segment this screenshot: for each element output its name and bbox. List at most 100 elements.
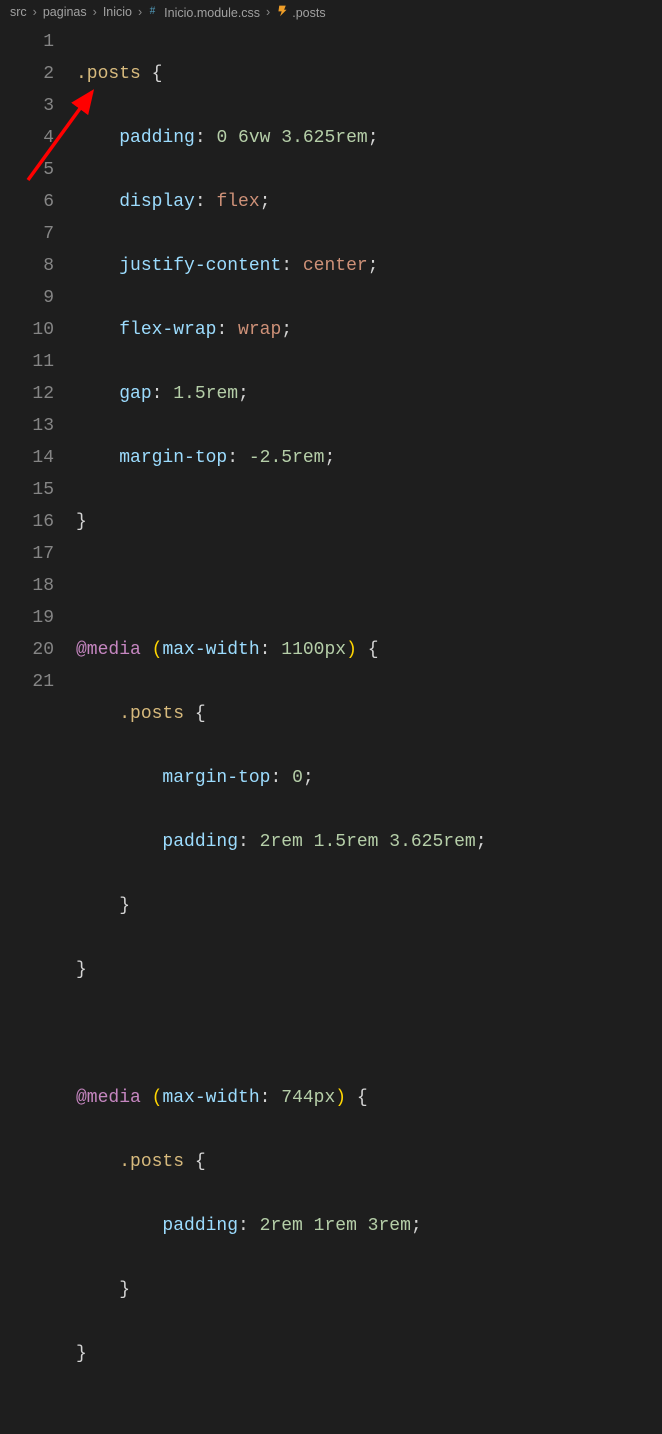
breadcrumb-seg-paginas[interactable]: paginas (43, 5, 87, 19)
code-line[interactable]: } (76, 890, 662, 922)
code-line[interactable]: @media (max-width: 744px) { (76, 1082, 662, 1114)
line-number: 9 (0, 282, 54, 314)
colon: : (195, 192, 217, 212)
property: padding (119, 128, 195, 148)
symbol-icon (276, 4, 289, 17)
code-line[interactable]: } (76, 954, 662, 986)
breadcrumb-seg-inicio[interactable]: Inicio (103, 5, 132, 19)
line-number: 15 (0, 474, 54, 506)
breadcrumb-seg-src[interactable]: src (10, 5, 27, 19)
code-area[interactable]: .posts { padding: 0 6vw 3.625rem; displa… (76, 26, 662, 1434)
code-line[interactable]: padding: 2rem 1rem 3rem; (76, 1210, 662, 1242)
semicolon: ; (476, 832, 487, 852)
semicolon: ; (368, 128, 379, 148)
line-number: 14 (0, 442, 54, 474)
code-editor[interactable]: 1 2 3 4 5 6 7 8 9 10 11 12 13 14 15 16 1… (0, 26, 662, 1434)
brace: } (119, 896, 130, 916)
line-number-gutter: 1 2 3 4 5 6 7 8 9 10 11 12 13 14 15 16 1… (0, 26, 76, 1434)
line-number: 20 (0, 634, 54, 666)
at-rule: @media (76, 640, 141, 660)
value: 2rem 1rem 3rem (260, 1216, 411, 1236)
line-number: 12 (0, 378, 54, 410)
value: 744px (281, 1088, 335, 1108)
code-line[interactable]: display: flex; (76, 186, 662, 218)
semicolon: ; (368, 256, 379, 276)
paren: ( (152, 1088, 163, 1108)
property: margin-top (119, 448, 227, 468)
value: 1.5rem (173, 384, 238, 404)
brace: { (357, 640, 379, 660)
line-number: 5 (0, 154, 54, 186)
line-number: 16 (0, 506, 54, 538)
property: flex-wrap (119, 320, 216, 340)
value: -2.5rem (249, 448, 325, 468)
breadcrumb-seg-symbol[interactable]: .posts (276, 4, 325, 20)
line-number: 4 (0, 122, 54, 154)
brace: } (119, 1280, 130, 1300)
semicolon: ; (411, 1216, 422, 1236)
value: flex (216, 192, 259, 212)
line-number: 8 (0, 250, 54, 282)
property: margin-top (162, 768, 270, 788)
code-line[interactable]: } (76, 1274, 662, 1306)
selector: .posts (119, 704, 184, 724)
code-line[interactable]: } (76, 1338, 662, 1370)
code-line[interactable]: @media (max-width: 1100px) { (76, 634, 662, 666)
property: justify-content (119, 256, 281, 276)
line-number: 10 (0, 314, 54, 346)
code-line[interactable] (76, 1018, 662, 1050)
property: padding (162, 1216, 238, 1236)
chevron-right-icon: › (91, 5, 99, 19)
colon: : (281, 256, 303, 276)
semicolon: ; (303, 768, 314, 788)
selector: .posts (119, 1152, 184, 1172)
code-line[interactable]: .posts { (76, 58, 662, 90)
colon: : (260, 1088, 282, 1108)
line-number: 1 (0, 26, 54, 58)
code-line[interactable]: padding: 0 6vw 3.625rem; (76, 122, 662, 154)
chevron-right-icon: › (31, 5, 39, 19)
property: padding (162, 832, 238, 852)
line-number: 21 (0, 666, 54, 698)
code-line[interactable]: } (76, 506, 662, 538)
line-number: 18 (0, 570, 54, 602)
at-rule: @media (76, 1088, 141, 1108)
brace: } (76, 512, 87, 532)
brace: { (184, 1152, 206, 1172)
line-number: 7 (0, 218, 54, 250)
property: display (119, 192, 195, 212)
chevron-right-icon: › (264, 5, 272, 19)
breadcrumb-symbol-label: .posts (292, 6, 325, 20)
property: max-width (162, 640, 259, 660)
line-number: 6 (0, 186, 54, 218)
code-line[interactable]: padding: 2rem 1.5rem 3.625rem; (76, 826, 662, 858)
line-number: 11 (0, 346, 54, 378)
paren: ) (335, 1088, 346, 1108)
value: center (303, 256, 368, 276)
value: 0 6vw 3.625rem (216, 128, 367, 148)
colon: : (195, 128, 217, 148)
brace: { (141, 64, 163, 84)
colon: : (260, 640, 282, 660)
value: wrap (238, 320, 281, 340)
code-line[interactable]: .posts { (76, 698, 662, 730)
code-line[interactable]: margin-top: 0; (76, 762, 662, 794)
breadcrumb-seg-file[interactable]: # Inicio.module.css (148, 4, 260, 20)
colon: : (227, 448, 249, 468)
property: gap (119, 384, 151, 404)
paren: ( (152, 640, 163, 660)
code-line[interactable]: justify-content: center; (76, 250, 662, 282)
semicolon: ; (260, 192, 271, 212)
code-line[interactable]: .posts { (76, 1146, 662, 1178)
colon: : (270, 768, 292, 788)
code-line[interactable]: flex-wrap: wrap; (76, 314, 662, 346)
code-line[interactable]: margin-top: -2.5rem; (76, 442, 662, 474)
code-line[interactable] (76, 570, 662, 602)
value: 2rem 1.5rem 3.625rem (260, 832, 476, 852)
chevron-right-icon: › (136, 5, 144, 19)
colon: : (152, 384, 174, 404)
value: 0 (292, 768, 303, 788)
brace: } (76, 960, 87, 980)
code-line[interactable]: gap: 1.5rem; (76, 378, 662, 410)
semicolon: ; (281, 320, 292, 340)
